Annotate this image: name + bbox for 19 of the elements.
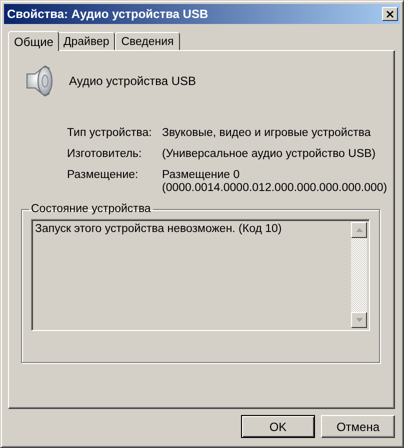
status-message: Запуск этого устройства невозможен. (Код 10) <box>35 222 283 237</box>
scroll-down-icon[interactable] <box>351 312 367 328</box>
scroll-up-icon[interactable] <box>351 222 367 238</box>
scrollbar[interactable] <box>351 222 367 328</box>
device-name: Аудио устройства USB <box>69 74 196 88</box>
tab[interactable]: Сведения <box>115 32 180 50</box>
property-label: Размещение: <box>67 169 140 183</box>
ok-button[interactable]: OK <box>241 415 315 438</box>
property-value: (Универсальное аудио устройство USB) <box>162 148 377 161</box>
close-button[interactable]: × <box>382 7 398 21</box>
property-label: Изготовитель: <box>67 148 143 161</box>
tab[interactable]: Драйвер <box>57 32 116 50</box>
group-title: Состояние устройства <box>30 203 152 215</box>
property-value: Размещение 0 (0000.0014.0000.012.000.000.000.000.000) <box>162 169 388 195</box>
tab[interactable]: Общие <box>8 31 60 51</box>
property-value: Звуковые, видео и игровые устройства <box>162 127 372 140</box>
property-label: Тип устройства: <box>67 127 153 140</box>
cancel-button[interactable]: Отмена <box>321 415 395 438</box>
window-title: Свойства: Аудио устройства USB <box>7 7 208 21</box>
